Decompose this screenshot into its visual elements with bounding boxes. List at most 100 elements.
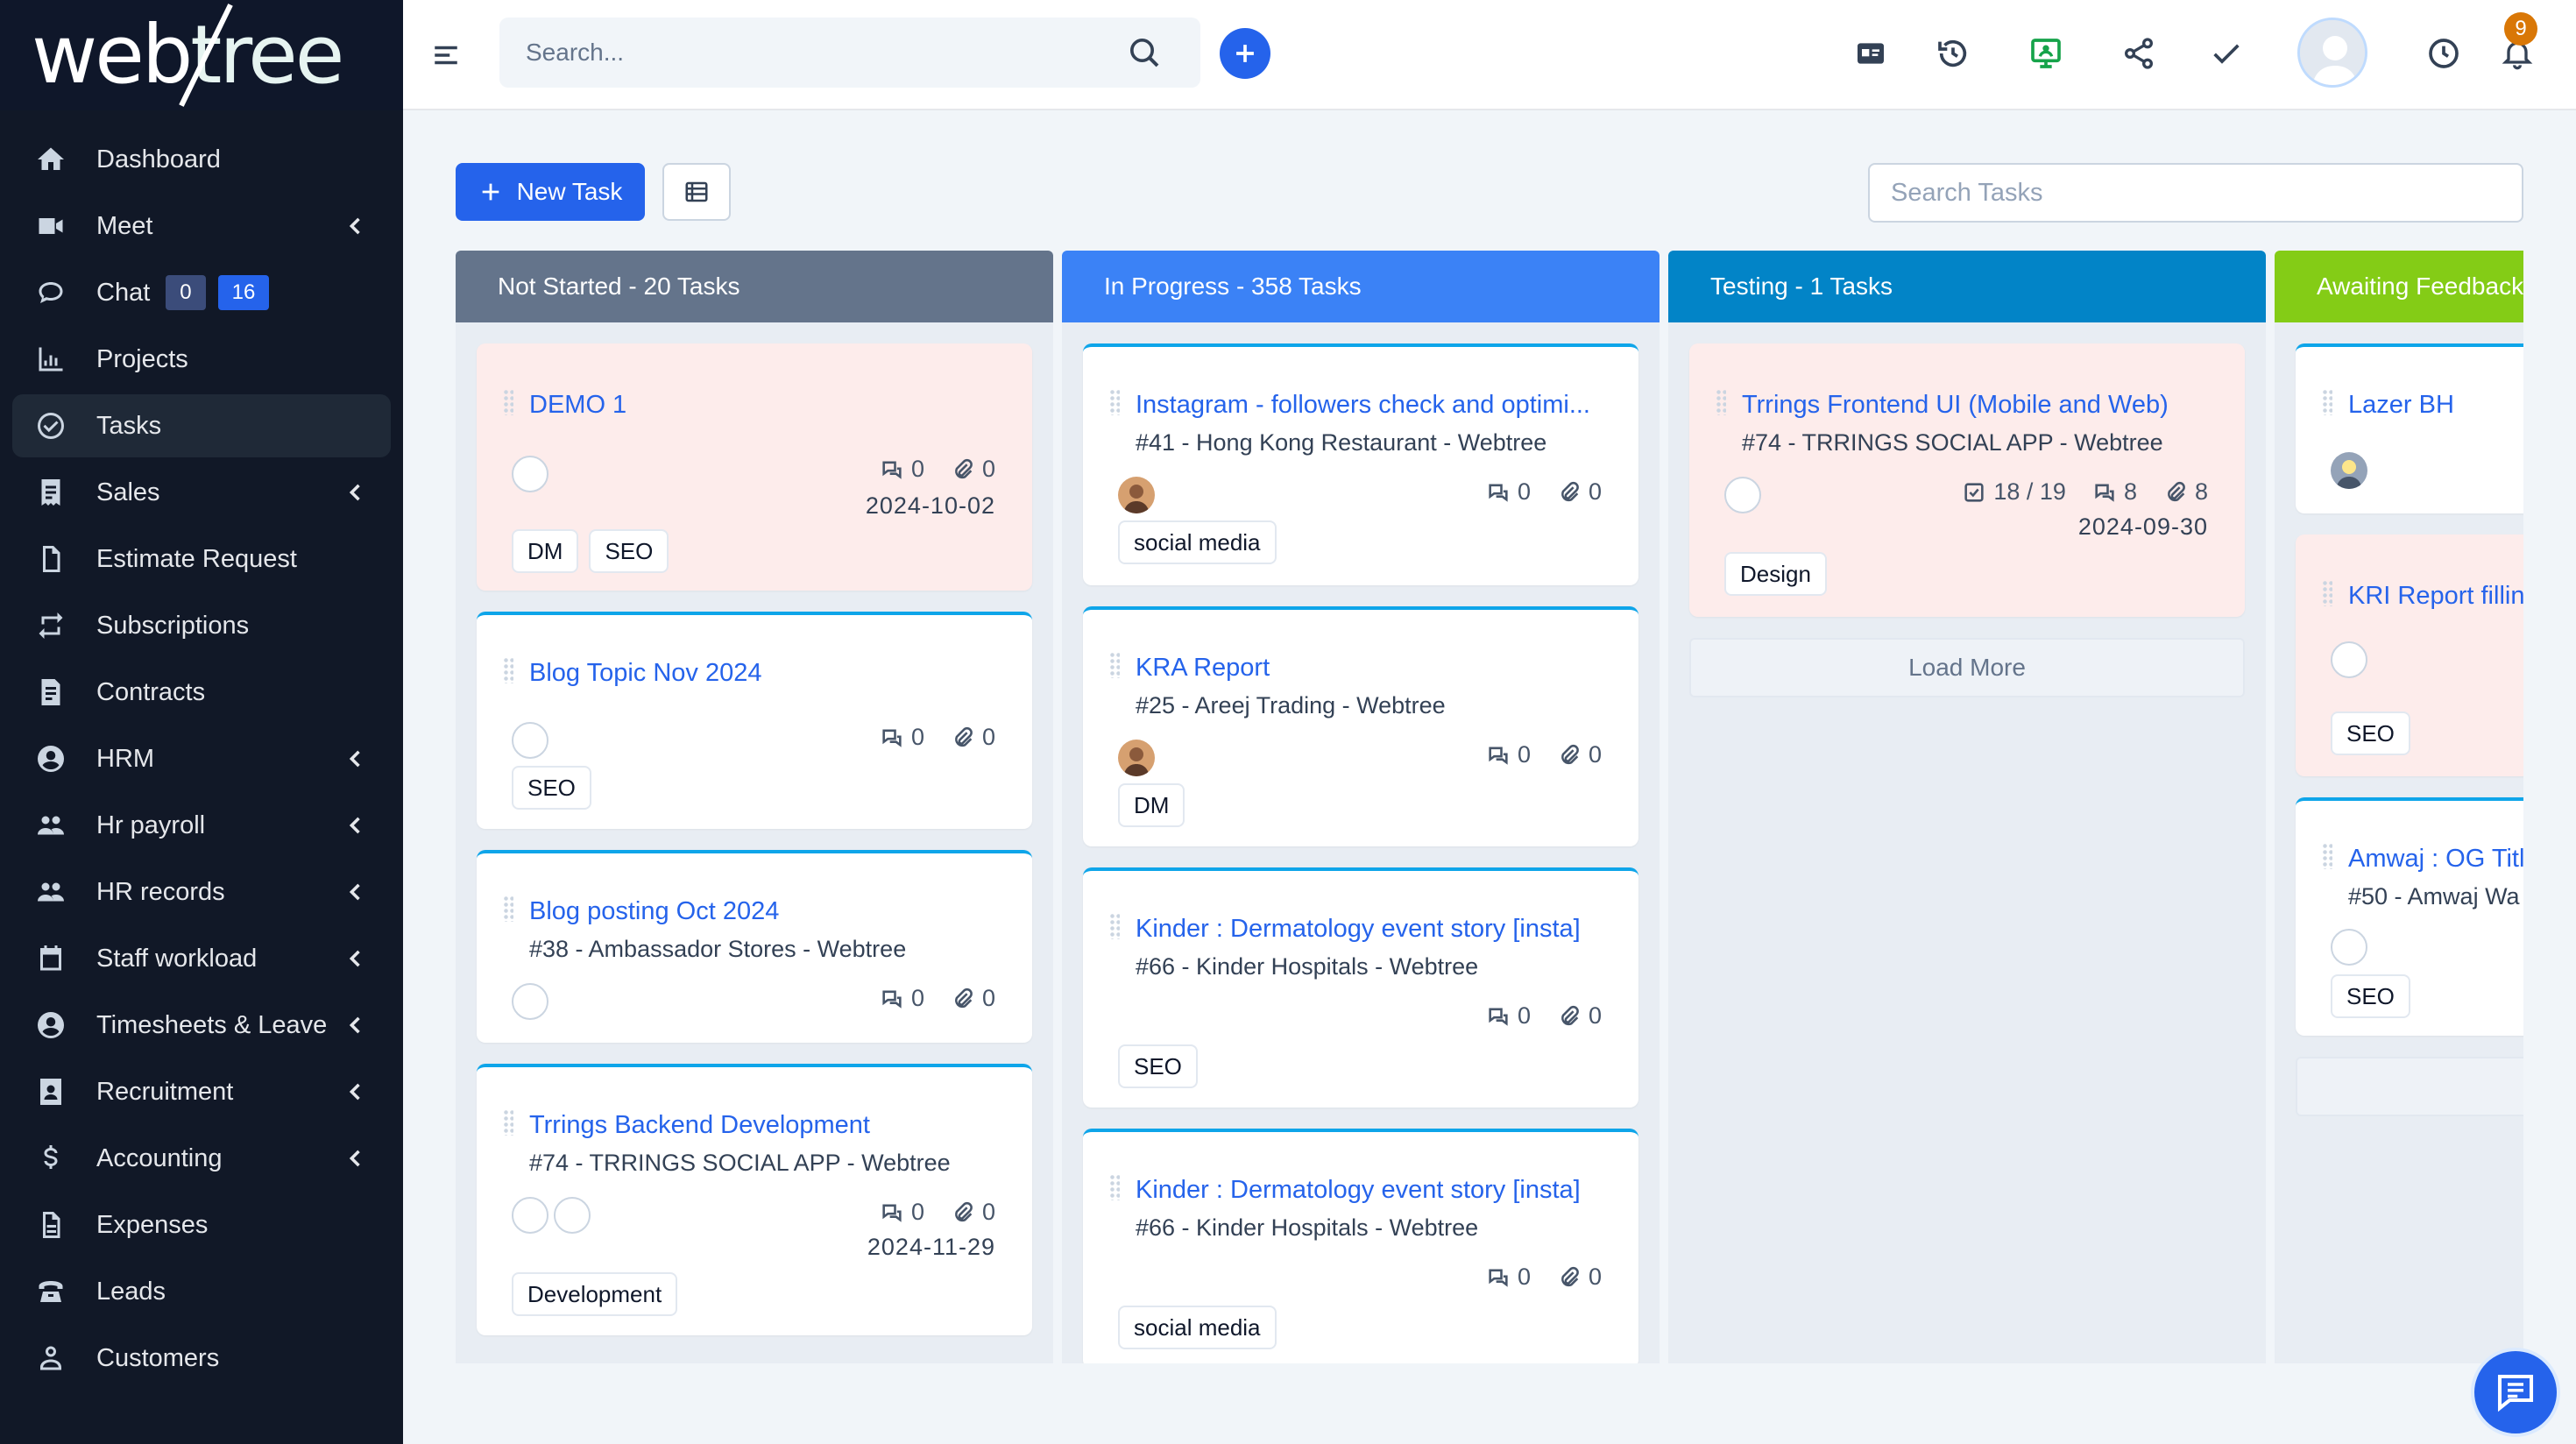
drag-handle-icon[interactable] — [503, 389, 513, 415]
user-avatar[interactable] — [2297, 18, 2367, 88]
checkmark-icon[interactable] — [2206, 33, 2247, 74]
task-tag[interactable]: SEO — [2331, 974, 2410, 1018]
chevron-left-icon[interactable] — [343, 813, 368, 838]
task-title[interactable]: Kinder : Dermatology event story [insta] — [1136, 1176, 1581, 1205]
task-tag[interactable]: DM — [1118, 783, 1185, 827]
column-header[interactable]: Not Started - 20 Tasks — [456, 251, 1053, 322]
assignee-avatar[interactable] — [1118, 740, 1155, 776]
chevron-left-icon[interactable] — [343, 1146, 368, 1171]
menu-toggle-icon[interactable] — [431, 40, 461, 70]
sidebar-item-dashboard[interactable]: Dashboard — [12, 128, 391, 191]
list-view-button[interactable] — [662, 163, 731, 221]
contact-card-icon[interactable] — [1851, 33, 1891, 74]
chevron-left-icon[interactable] — [343, 946, 368, 971]
chevron-left-icon[interactable] — [343, 1079, 368, 1104]
assignee-avatar[interactable] — [1118, 477, 1155, 513]
task-title[interactable]: DEMO 1 — [529, 391, 626, 420]
sidebar-item-timesheets-leave[interactable]: Timesheets & Leave — [12, 994, 391, 1057]
assignee-avatar[interactable] — [2331, 641, 2367, 678]
sidebar-item-recruitment[interactable]: Recruitment — [12, 1060, 391, 1123]
new-task-button[interactable]: New Task — [456, 163, 645, 221]
assignee-avatar[interactable] — [2331, 929, 2367, 966]
sidebar-item-contracts[interactable]: Contracts — [12, 661, 391, 724]
assignee-avatar[interactable] — [2331, 452, 2367, 489]
search-icon[interactable] — [1127, 35, 1162, 70]
sidebar-item-accounting[interactable]: Accounting — [12, 1127, 391, 1190]
column-header[interactable]: Awaiting Feedback — [2275, 251, 2523, 322]
drag-handle-icon[interactable] — [2322, 580, 2332, 606]
sidebar-item-estimate-request[interactable]: Estimate Request — [12, 527, 391, 591]
task-tag[interactable]: SEO — [589, 529, 669, 573]
sidebar-item-subscriptions[interactable]: Subscriptions — [12, 594, 391, 657]
sidebar-item-expenses[interactable]: Expenses — [12, 1193, 391, 1256]
column-header[interactable]: Testing - 1 Tasks — [1668, 251, 2266, 322]
chevron-left-icon[interactable] — [343, 480, 368, 505]
chevron-left-icon[interactable] — [343, 214, 368, 238]
drag-handle-icon[interactable] — [1109, 652, 1120, 678]
drag-handle-icon[interactable] — [1109, 1174, 1120, 1200]
task-title[interactable]: Trrings Frontend UI (Mobile and Web) — [1742, 391, 2169, 420]
load-more-button[interactable]: Load More — [1689, 638, 2245, 697]
task-card[interactable]: Trrings Backend Development #74 - TRRING… — [477, 1064, 1032, 1335]
task-title[interactable]: Blog posting Oct 2024 — [529, 897, 779, 926]
brand-logo[interactable]: webtree — [0, 0, 403, 110]
task-title[interactable]: Trrings Backend Development — [529, 1111, 870, 1140]
sidebar-item-hr-records[interactable]: HR records — [12, 860, 391, 924]
task-title[interactable]: KRI Report fillin — [2348, 582, 2523, 611]
task-tag[interactable]: DM — [512, 529, 579, 573]
history-icon[interactable] — [1933, 33, 1973, 74]
drag-handle-icon[interactable] — [2322, 843, 2332, 869]
drag-handle-icon[interactable] — [2322, 389, 2332, 415]
task-title[interactable]: Instagram - followers check and optimi..… — [1136, 391, 1590, 420]
assignee-avatar[interactable] — [554, 1197, 591, 1234]
drag-handle-icon[interactable] — [1716, 389, 1726, 415]
drag-handle-icon[interactable] — [503, 895, 513, 922]
sidebar-item-projects[interactable]: Projects — [12, 328, 391, 391]
sidebar-item-staff-workload[interactable]: Staff workload — [12, 927, 391, 990]
sidebar-item-customers[interactable]: Customers — [12, 1327, 391, 1390]
sidebar-item-hr-payroll[interactable]: Hr payroll — [12, 794, 391, 857]
load-more-button[interactable]: L — [2296, 1057, 2523, 1116]
chevron-left-icon[interactable] — [343, 880, 368, 904]
task-tag[interactable]: SEO — [1118, 1044, 1198, 1088]
task-title[interactable]: Kinder : Dermatology event story [insta] — [1136, 915, 1581, 944]
global-search-input[interactable] — [499, 18, 1200, 88]
task-card[interactable]: Kinder : Dermatology event story [insta]… — [1083, 867, 1638, 1108]
sidebar-item-hrm[interactable]: HRM — [12, 727, 391, 790]
assignee-avatar[interactable] — [512, 456, 548, 492]
task-tag[interactable]: Design — [1724, 552, 1827, 596]
drag-handle-icon[interactable] — [503, 1109, 513, 1136]
assignee-avatar[interactable] — [512, 722, 548, 759]
sidebar-item-meet[interactable]: Meet — [12, 195, 391, 258]
task-card[interactable]: DEMO 1 0 0 2024-10-02 DM SEO — [477, 343, 1032, 591]
assignee-avatar[interactable] — [512, 983, 548, 1020]
task-tag[interactable]: Development — [512, 1272, 678, 1316]
task-card[interactable]: Kinder : Dermatology event story [insta]… — [1083, 1129, 1638, 1363]
task-title[interactable]: Blog Topic Nov 2024 — [529, 659, 761, 688]
task-card[interactable]: Trrings Frontend UI (Mobile and Web) #74… — [1689, 343, 2245, 617]
task-card[interactable]: KRI Report fillin SEO — [2296, 534, 2523, 776]
task-tag[interactable]: social media — [1118, 1306, 1277, 1349]
clock-icon[interactable] — [2424, 33, 2464, 74]
chevron-left-icon[interactable] — [343, 747, 368, 771]
task-card[interactable]: Instagram - followers check and optimi..… — [1083, 343, 1638, 585]
task-card[interactable]: Blog Topic Nov 2024 0 0 SEO — [477, 612, 1032, 829]
task-card[interactable]: Amwaj : OG Titl #50 - Amwaj Wa SEO — [2296, 797, 2523, 1036]
task-tag[interactable]: social media — [1118, 520, 1277, 564]
task-title[interactable]: Lazer BH — [2348, 391, 2454, 420]
drag-handle-icon[interactable] — [1109, 389, 1120, 415]
task-card[interactable]: Lazer BH — [2296, 343, 2523, 513]
assignee-avatar[interactable] — [1724, 477, 1761, 513]
task-title[interactable]: KRA Report — [1136, 654, 1270, 683]
drag-handle-icon[interactable] — [1109, 913, 1120, 939]
task-title[interactable]: Amwaj : OG Titl — [2348, 845, 2523, 874]
sidebar-item-sales[interactable]: Sales — [12, 461, 391, 524]
task-card[interactable]: Blog posting Oct 2024 #38 - Ambassador S… — [477, 850, 1032, 1043]
share-icon[interactable] — [2119, 33, 2159, 74]
support-chat-button[interactable] — [2471, 1348, 2560, 1437]
task-tag[interactable]: SEO — [512, 766, 591, 810]
search-tasks-input[interactable] — [1868, 163, 2523, 223]
task-tag[interactable]: SEO — [2331, 711, 2410, 755]
sidebar-item-chat[interactable]: Chat 0 16 — [12, 261, 391, 324]
column-header[interactable]: In Progress - 358 Tasks — [1062, 251, 1660, 322]
